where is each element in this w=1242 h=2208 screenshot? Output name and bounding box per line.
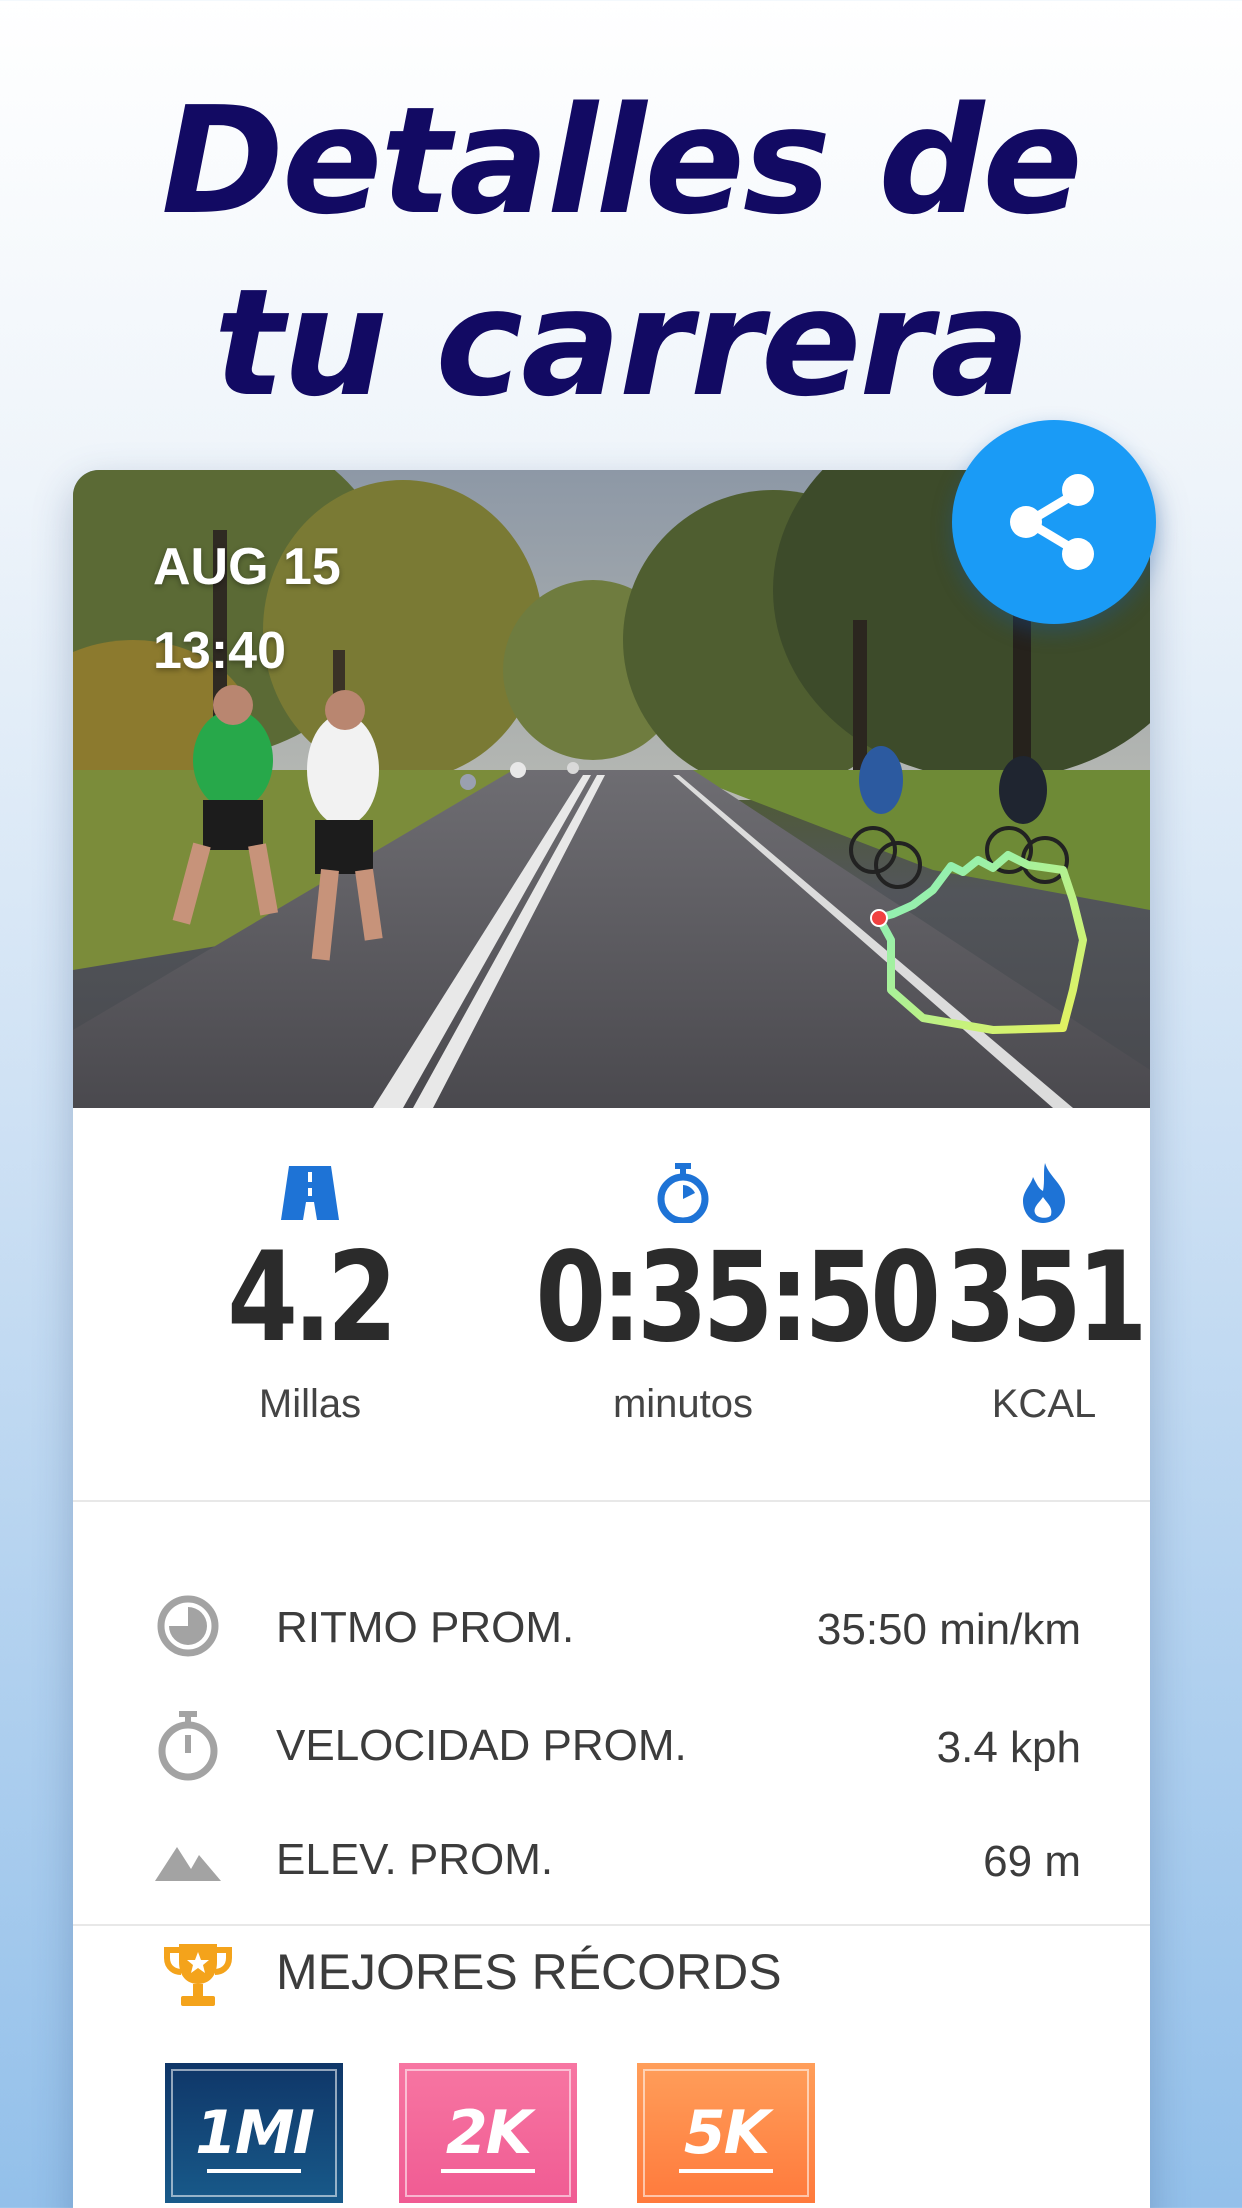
duration-value: 0:35:50 — [535, 1226, 941, 1370]
stat-calories: 351 KCAL — [864, 1108, 1150, 1427]
badge-5k-label: 5K — [683, 2098, 770, 2168]
flame-icon — [864, 1158, 1150, 1228]
duration-unit: minutos — [612, 1382, 754, 1426]
metric-row-elevation: ELEV. PROM. 69 m — [73, 1817, 1150, 1897]
road-icon — [130, 1158, 490, 1228]
calories-unit: KCAL — [991, 1382, 1097, 1426]
headline-line-2: tu carrera — [213, 257, 1030, 429]
mountain-icon — [155, 1825, 221, 1891]
share-button[interactable] — [952, 420, 1156, 624]
stat-distance: 4.2 Millas — [130, 1108, 490, 1427]
speed-value: 3.4 kph — [936, 1723, 1081, 1772]
timer-icon — [155, 1711, 221, 1781]
badge-2k-label: 2K — [445, 2098, 532, 2168]
run-date: AUG 15 — [153, 538, 341, 596]
stats-divider — [73, 1500, 1150, 1502]
trophy-icon — [163, 1940, 233, 2015]
distance-unit: Millas — [258, 1382, 362, 1426]
headline: Detalles de tu carrera — [0, 70, 1242, 434]
metric-row-speed: VELOCIDAD PROM. 3.4 kph — [73, 1703, 1150, 1783]
records-title: MEJORES RÉCORDS — [276, 1944, 782, 2000]
badge-1mi-label: 1MI — [195, 2098, 315, 2168]
pace-icon — [155, 1593, 221, 1659]
pace-value: 35:50 min/km — [816, 1605, 1081, 1654]
record-badge-1mi[interactable]: 1MI — [165, 2063, 343, 2203]
headline-line-1: Detalles de — [161, 75, 1083, 247]
stopwatch-icon — [503, 1158, 863, 1228]
metrics-divider — [73, 1924, 1150, 1926]
share-icon — [1010, 474, 1094, 570]
distance-value: 4.2 — [227, 1226, 397, 1370]
run-time: 13:40 — [153, 622, 286, 680]
speed-label: VELOCIDAD PROM. — [276, 1721, 687, 1770]
stats-row: 4.2 Millas 0:35:50 minutos 351 KCAL — [73, 1108, 1150, 1493]
run-datetime: AUG 15 13:40 — [153, 525, 341, 693]
elevation-label: ELEV. PROM. — [276, 1835, 554, 1884]
calories-value: 351 — [945, 1226, 1147, 1370]
route-start-dot — [870, 909, 888, 927]
run-details-card: AUG 15 13:40 4.2 Millas 0:35:50 minutos … — [73, 470, 1150, 2208]
elevation-value: 69 m — [983, 1837, 1081, 1886]
pace-label: RITMO PROM. — [276, 1603, 575, 1652]
record-badge-2k[interactable]: 2K — [399, 2063, 577, 2203]
stat-duration: 0:35:50 minutos — [503, 1108, 941, 1427]
metric-row-pace: RITMO PROM. 35:50 min/km — [73, 1585, 1150, 1665]
record-badge-5k[interactable]: 5K — [637, 2063, 815, 2203]
